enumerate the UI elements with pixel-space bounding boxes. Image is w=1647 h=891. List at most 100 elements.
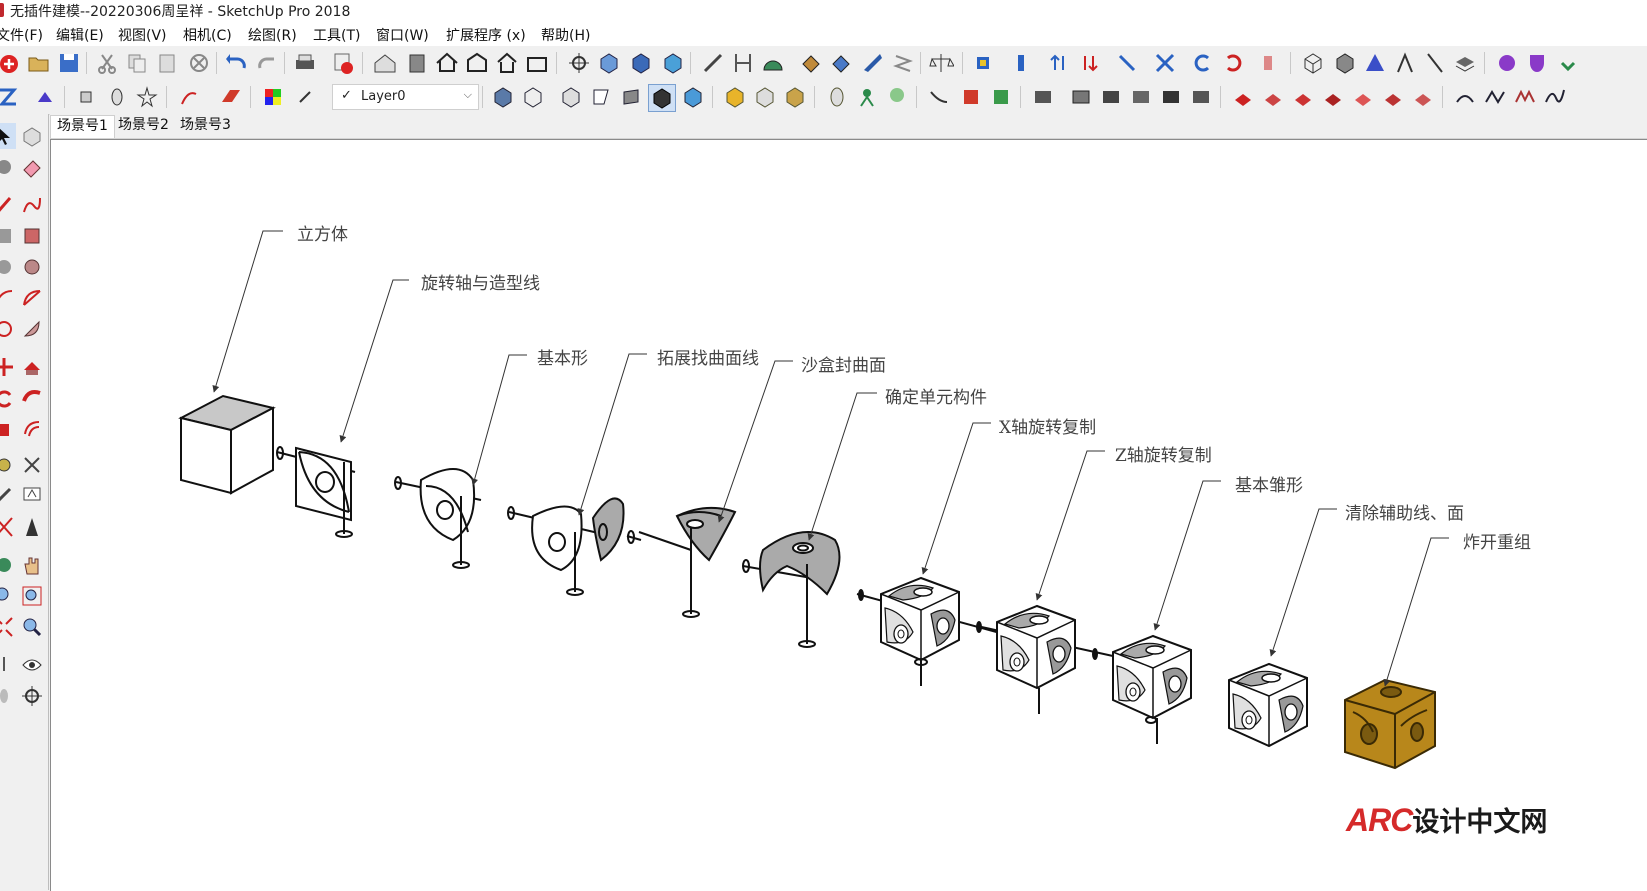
solid-outer-icon[interactable] [1380,84,1406,110]
open-folder-icon[interactable] [26,50,52,76]
tab-scene-2[interactable]: 场景号2 [112,115,175,137]
menu-camera[interactable]: 相机(C) [183,25,232,45]
menu-view[interactable]: 视图(V) [118,25,167,45]
solid-trim-icon[interactable] [1290,84,1316,110]
solid-cube-icon[interactable] [782,84,808,110]
redo-icon[interactable] [254,50,280,76]
component-tool-icon[interactable] [20,123,44,149]
look-around-eye-icon[interactable] [20,652,44,678]
pie-icon[interactable] [0,316,16,342]
mesh-icon[interactable] [824,84,850,110]
home-icon[interactable] [434,50,460,76]
eraser-tool-icon[interactable] [20,154,44,180]
star-icon[interactable] [134,84,160,110]
group-icon[interactable] [722,84,748,110]
arc-icon[interactable] [0,285,16,311]
section-cut-up-icon[interactable] [1046,50,1072,76]
protractor-tool-icon[interactable] [0,483,16,509]
3d-text-icon[interactable] [20,514,44,540]
position-camera-icon[interactable] [0,652,16,678]
section-cut-down-icon[interactable] [1076,50,1102,76]
line-icon[interactable] [700,50,726,76]
wave-tool-icon[interactable] [1482,84,1508,110]
solid-subtract-icon[interactable] [1260,84,1286,110]
dimension-icon[interactable] [730,50,756,76]
warehouse-icon[interactable] [372,50,398,76]
menu-tools[interactable]: 工具(T) [313,25,360,45]
menu-edit[interactable]: 编辑(E) [56,25,104,45]
chevron-down-icon[interactable]: ⌵ [464,88,472,102]
layers-stack-icon[interactable] [1452,50,1478,76]
sphere-icon[interactable] [1494,50,1520,76]
section-plane-tool-icon[interactable] [20,683,44,709]
wireframe-cube-icon[interactable] [1300,50,1326,76]
tree-icon[interactable] [884,84,910,110]
textured-icon[interactable] [660,50,686,76]
menu-extensions[interactable]: 扩展程序 (x) [446,25,526,45]
face-style-3-icon[interactable] [558,84,584,110]
drape-icon[interactable] [988,84,1014,110]
color-palette-icon[interactable] [260,84,286,110]
front-view-icon[interactable] [464,50,490,76]
solid-intersect-icon[interactable] [1320,84,1346,110]
tape-measure-icon[interactable] [0,452,16,478]
curve-tool-icon[interactable] [926,84,952,110]
sandbox-5-icon[interactable] [1158,84,1184,110]
two-point-arc-icon[interactable] [20,285,44,311]
move-icon[interactable] [0,354,16,380]
copy-icon[interactable] [124,50,150,76]
face-style-active-icon[interactable] [648,84,676,112]
menu-window[interactable]: 窗口(W) [376,25,429,45]
dimension-tool-icon[interactable] [20,452,44,478]
materials-icon[interactable] [828,50,854,76]
erase-icon[interactable] [186,50,212,76]
right-view-icon[interactable] [524,50,550,76]
components-icon[interactable] [404,50,430,76]
eyedropper-icon[interactable] [292,84,318,110]
tag-icon[interactable] [1258,50,1284,76]
zoom-tool-icon[interactable] [0,583,16,609]
sandbox-2-icon[interactable] [1068,84,1094,110]
protractor-icon[interactable] [760,50,786,76]
sandbox-3-icon[interactable] [1098,84,1124,110]
offset-icon[interactable] [20,416,44,442]
push-pull-icon[interactable] [20,354,44,380]
section-plane-icon[interactable] [970,50,996,76]
rotate-icon[interactable] [0,385,16,411]
previous-view-icon[interactable] [20,614,44,640]
paint-tool-icon[interactable] [0,154,16,180]
sandbox-1-icon[interactable] [1030,84,1056,110]
push-icon[interactable] [74,84,100,110]
menu-file[interactable]: 文件(F) [0,25,43,45]
circle-icon[interactable] [0,254,16,280]
lathe-icon[interactable] [104,84,130,110]
cone-icon[interactable] [1362,50,1388,76]
rotated-rectangle-icon[interactable] [20,223,44,249]
model-info-icon[interactable] [330,50,356,76]
scale-balance-icon[interactable] [928,50,954,76]
menu-draw[interactable]: 绘图(R) [248,25,297,45]
curve-extra-icon[interactable] [1542,84,1568,110]
tab-scene-1[interactable]: 场景号1 [50,115,115,138]
rectangle-icon[interactable] [0,223,16,249]
axes-tool-icon[interactable] [0,514,16,540]
solid-extra-icon[interactable] [1410,84,1436,110]
text-tool-icon[interactable] [20,483,44,509]
pen-icon[interactable] [1422,50,1448,76]
walk-footprint-icon[interactable] [0,683,16,709]
save-icon[interactable] [56,50,82,76]
arc-tool-icon[interactable] [1452,84,1478,110]
zoom-extents-icon[interactable] [0,84,22,110]
spiral-icon[interactable] [176,84,202,110]
component-cube-icon[interactable] [752,84,778,110]
xray-icon[interactable] [596,50,622,76]
section-fill-icon[interactable] [1008,50,1034,76]
rotate-left-icon[interactable] [1190,50,1216,76]
face-style-1-icon[interactable] [490,84,516,110]
figure-icon[interactable] [854,84,880,110]
pan-hand-icon[interactable] [20,552,44,578]
axes-icon[interactable] [1114,50,1140,76]
face-style-6-icon[interactable] [680,84,706,110]
sandbox-4-icon[interactable] [1128,84,1154,110]
follow-me-tool-icon[interactable] [20,385,44,411]
